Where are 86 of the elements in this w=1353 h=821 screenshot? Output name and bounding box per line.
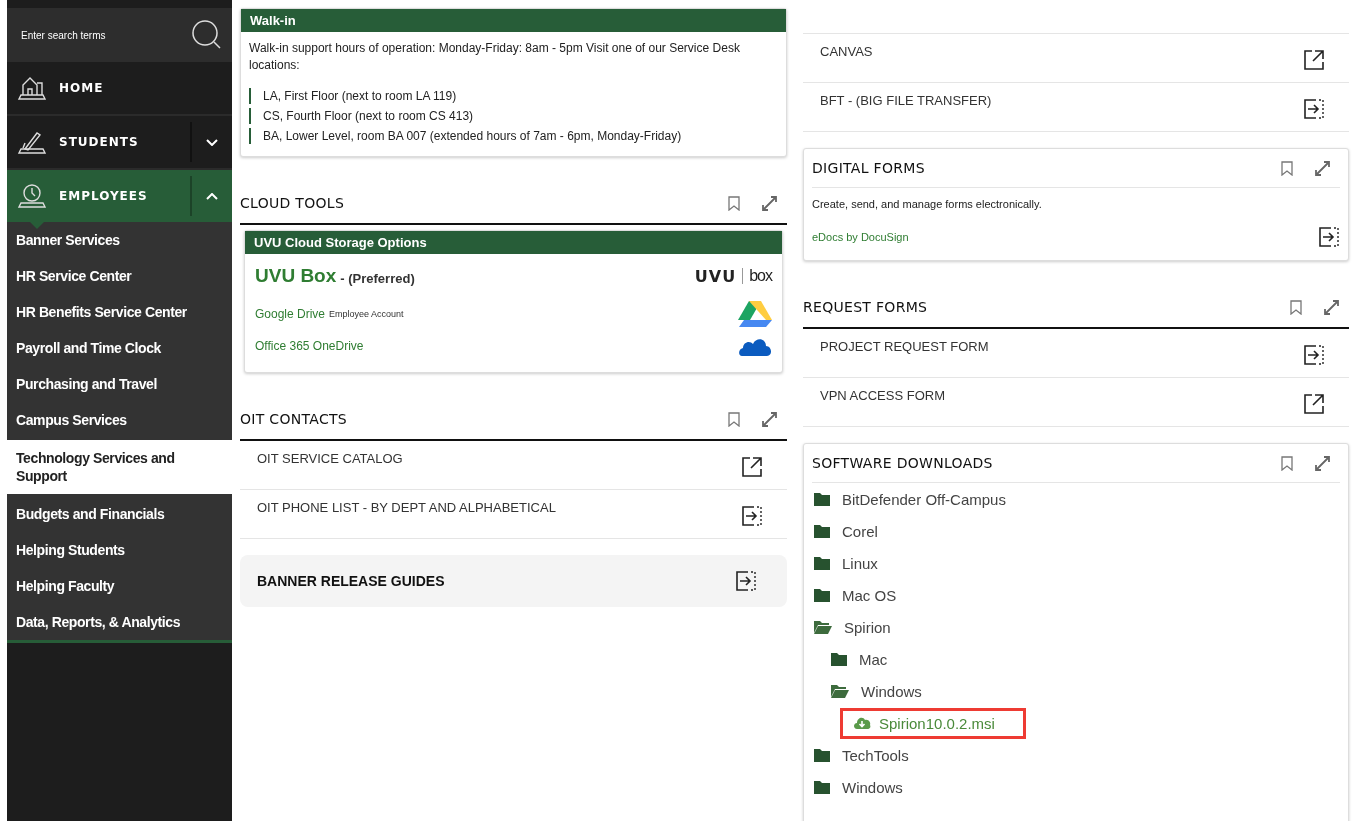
link[interactable]: OIT PHONE LIST - BY DEPT AND ALPHABETICAL <box>257 500 556 515</box>
expand-icon[interactable] <box>762 195 777 211</box>
location-item: BA, Lower Level, room BA 007 (extended hours of 7am - 6pm, Monday-Friday) <box>249 128 778 144</box>
bookmark-icon[interactable] <box>728 195 740 211</box>
link[interactable]: UVU Box <box>255 265 337 287</box>
link[interactable]: Google Drive <box>255 307 326 321</box>
folder-icon <box>814 780 830 794</box>
file-link[interactable]: Spirion10.0.2.msi <box>840 707 1026 739</box>
link[interactable]: BFT - (BIG FILE TRANSFER) <box>820 93 992 108</box>
sign-in-icon[interactable] <box>1303 98 1325 120</box>
card-title: Walk-in <box>250 13 296 28</box>
link[interactable]: eDocs by DocuSign <box>812 231 909 243</box>
sign-in-icon[interactable] <box>1318 226 1340 248</box>
folder-icon <box>814 588 830 602</box>
folder-icon <box>814 748 830 762</box>
section-title: REQUEST FORMS <box>803 299 928 315</box>
menu-item[interactable]: Campus Services <box>7 402 232 438</box>
paragraph: Walk-in support hours of operation: Monday-Friday: 8am - 5pm Visit one of our Service Desk locations: <box>249 40 741 74</box>
expand-icon[interactable] <box>1315 455 1330 471</box>
link[interactable]: OIT SERVICE CATALOG <box>257 451 403 466</box>
menu-item[interactable]: HR Service Center <box>7 258 232 294</box>
open-folder-icon <box>814 620 832 634</box>
bookmark-icon[interactable] <box>1281 455 1293 471</box>
card-title: UVU Cloud Storage Options <box>254 235 427 250</box>
folder-icon <box>814 492 830 506</box>
open-folder-icon <box>831 684 849 698</box>
link-panel[interactable]: BANNER RELEASE GUIDES <box>240 555 787 607</box>
sign-in-icon[interactable] <box>735 570 757 592</box>
chevron-up-icon <box>206 192 218 200</box>
external-link-icon[interactable] <box>741 456 763 478</box>
folder-icon <box>814 524 830 538</box>
menu-item[interactable]: Banner Services <box>7 222 232 258</box>
expand-icon[interactable] <box>1315 160 1330 176</box>
menu-item[interactable]: Payroll and Time Clock <box>7 330 232 366</box>
menu-item[interactable]: Helping Faculty <box>7 568 232 604</box>
link[interactable]: PROJECT REQUEST FORM <box>820 339 989 354</box>
section-title: CLOUD TOOLS <box>240 195 345 211</box>
link[interactable]: BANNER RELEASE GUIDES <box>257 573 445 589</box>
menu-item[interactable]: Technology Services and Support <box>7 440 232 494</box>
note-text: - (Preferred) <box>340 270 415 286</box>
tree-item[interactable]: Linux <box>814 554 878 572</box>
section-title: OIT CONTACTS <box>240 411 348 427</box>
note-text: Employee Account <box>329 309 404 319</box>
chevron-down-icon <box>206 138 218 146</box>
external-link-icon[interactable] <box>1303 393 1325 415</box>
tree-item[interactable]: Windows <box>814 778 903 796</box>
menu-item[interactable]: Budgets and Financials <box>7 496 232 532</box>
expand-icon[interactable] <box>1324 299 1339 315</box>
menu-item[interactable]: HR Benefits Service Center <box>7 294 232 330</box>
link[interactable]: VPN ACCESS FORM <box>820 388 945 403</box>
search-icon[interactable] <box>192 20 222 50</box>
tree-item[interactable]: Mac OS <box>814 586 897 604</box>
section-title: SOFTWARE DOWNLOADS <box>812 455 993 471</box>
tree-item[interactable]: BitDefender Off-Campus <box>814 490 1006 508</box>
description-text: Create, send, and manage forms electronically. <box>812 198 1043 210</box>
menu-item[interactable]: Data, Reports, & Analytics <box>7 604 232 640</box>
clock-icon <box>17 183 47 209</box>
folder-icon <box>814 556 830 570</box>
search-field[interactable]: Enter search terms <box>19 28 192 42</box>
tree-item[interactable]: Spirion <box>814 618 891 636</box>
menu-item[interactable]: Helping Students <box>7 532 232 568</box>
menu-item[interactable]: Purchasing and Travel <box>7 366 232 402</box>
link[interactable]: CANVAS <box>820 44 873 59</box>
bookmark-icon[interactable] <box>1281 160 1293 176</box>
house-icon <box>17 75 47 101</box>
location-item: CS, Fourth Floor (next to room CS 413) <box>249 108 778 124</box>
tree-item[interactable]: Windows <box>831 682 922 700</box>
nav-item[interactable]: HOME <box>7 62 232 114</box>
bookmark-icon[interactable] <box>728 411 740 427</box>
cloud-download-icon <box>853 716 871 730</box>
bookmark-icon[interactable] <box>1290 299 1302 315</box>
pen-icon <box>17 129 47 155</box>
sign-in-icon[interactable] <box>1303 344 1325 366</box>
link[interactable]: Office 365 OneDrive <box>255 339 364 353</box>
expand-icon[interactable] <box>762 411 777 427</box>
logo: UVU box <box>694 266 772 286</box>
nav-item[interactable]: STUDENTS <box>7 116 190 168</box>
folder-icon <box>831 652 847 666</box>
location-item: LA, First Floor (next to room LA 119) <box>249 88 778 104</box>
section-title: DIGITAL FORMS <box>812 160 925 176</box>
tree-item[interactable]: Corel <box>814 522 878 540</box>
tree-item[interactable]: TechTools <box>814 746 909 764</box>
tree-item[interactable]: Mac <box>831 650 888 668</box>
triangle-icon <box>738 300 772 328</box>
external-link-icon[interactable] <box>1303 49 1325 71</box>
sign-in-icon[interactable] <box>741 505 763 527</box>
